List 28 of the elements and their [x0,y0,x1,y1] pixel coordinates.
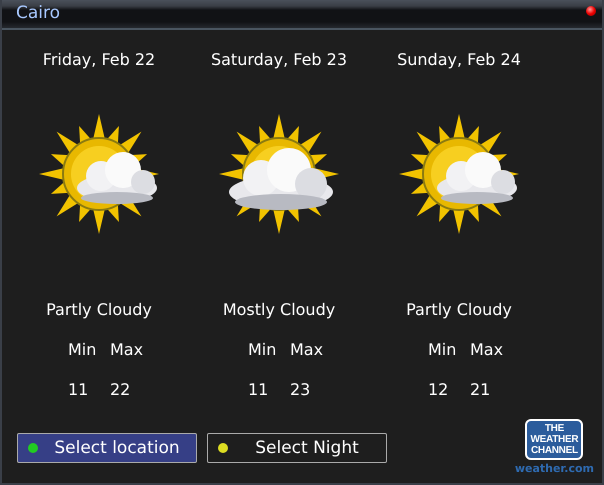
max-temperature: 21 [470,380,492,401]
forecast-date: Saturday, Feb 23 [210,50,348,71]
min-label: Min [68,340,98,361]
max-temperature: 22 [110,380,132,401]
logo-text: THE [544,423,564,434]
sun-cloud-icon [219,114,339,234]
logo-text: WEATHER [530,434,578,445]
select-button[interactable]: Select location [17,433,197,463]
window-title: Cairo [16,3,60,23]
condition-text: Partly Cloudy [46,300,152,321]
min-temperature: 12 [428,380,450,401]
condition-text: Mostly Cloudy [222,300,336,321]
select-button[interactable]: Select Night [207,433,387,463]
min-temperature: 11 [68,380,90,401]
max-temperature: 23 [290,380,312,401]
min-label: Min [428,340,458,361]
forecast-date: Sunday, Feb 24 [397,50,521,71]
sun-cloud-icon [399,114,519,234]
min-temperature: 11 [248,380,270,401]
condition-text: Partly Cloudy [406,300,512,321]
max-label: Max [110,340,144,361]
min-label: Min [248,340,278,361]
logo-text: CHANNEL [531,445,578,456]
sun-cloud-icon [39,114,159,234]
max-label: Max [290,340,324,361]
max-label: Max [470,340,504,361]
close-icon[interactable] [586,6,596,16]
forecast-date: Friday, Feb 22 [42,50,156,71]
